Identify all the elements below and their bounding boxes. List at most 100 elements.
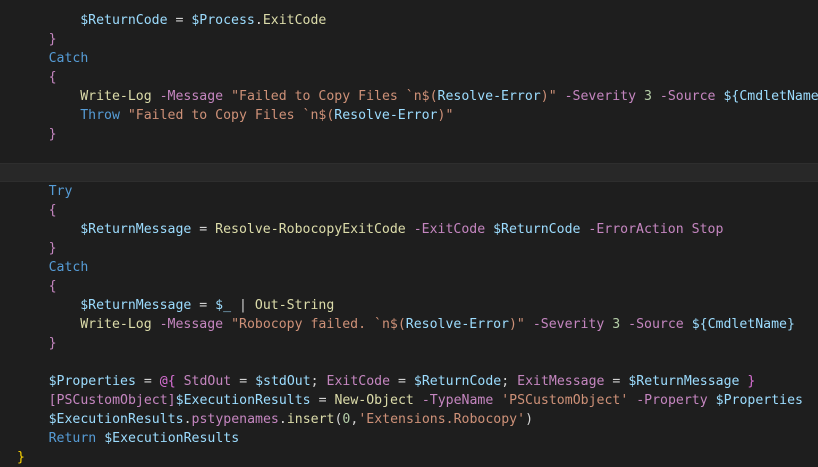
code-line-content: {: [49, 201, 57, 220]
code-token-operator: =: [191, 298, 216, 313]
code-token-parameter: -TypeName: [421, 393, 494, 408]
code-token-variable: $ReturnMessage: [80, 298, 192, 313]
code-token-variable: ${CmdletName}: [691, 317, 795, 332]
code-line[interactable]: $Properties = @{ StdOut = $stdOut; ExitC…: [0, 372, 818, 391]
code-token-number: 3: [644, 89, 652, 104]
code-token-operator: =: [604, 374, 629, 389]
code-line[interactable]: }: [0, 448, 818, 467]
code-token-default: [684, 222, 692, 237]
code-line[interactable]: Try: [0, 182, 818, 201]
code-token-variable: $stdOut: [255, 374, 311, 389]
code-token-variable: $ExecutionResults: [104, 431, 240, 446]
code-token-command: Out-String: [254, 298, 335, 313]
code-token-brace1: }: [48, 336, 57, 351]
code-token-operator: .: [278, 412, 287, 427]
code-line[interactable]: }: [0, 239, 818, 258]
code-line[interactable]: }: [0, 334, 818, 353]
code-line[interactable]: [0, 353, 818, 372]
code-line[interactable]: [0, 144, 818, 163]
code-token-brace1: {: [48, 203, 57, 218]
code-token-brace2: }: [747, 374, 756, 389]
code-token-variable: $ExecutionResults: [175, 393, 311, 408]
code-token-variable: $ReturnCode: [413, 374, 502, 389]
code-token-default: [406, 222, 414, 237]
code-token-brace1: {: [48, 70, 57, 85]
code-token-variable: $ReturnCode: [493, 222, 581, 237]
code-token-operator: =: [135, 374, 160, 389]
code-line-content: $ReturnMessage = Resolve-RobocopyExitCod…: [80, 220, 723, 239]
code-line[interactable]: $ExecutionResults.pstypenames.insert(0,'…: [0, 410, 818, 429]
code-token-parameter: -Source: [628, 317, 684, 332]
code-line[interactable]: Write-Log -Message "Failed to Copy Files…: [0, 87, 818, 106]
code-token-default: [652, 89, 660, 104]
code-token-keyword: Throw: [80, 108, 120, 123]
code-token-parameter: ExitMessage: [517, 374, 605, 389]
code-line[interactable]: {: [0, 277, 818, 296]
code-line-content: Write-Log -Message "Failed to Copy Files…: [80, 87, 818, 106]
code-token-string: )": [540, 89, 557, 104]
code-token-command: Resolve-RobocopyExitCode: [215, 222, 406, 237]
code-line[interactable]: }: [0, 30, 818, 49]
code-token-brace1: }: [48, 127, 57, 142]
code-token-variable: $_: [215, 298, 232, 313]
code-token-parameter: -Severity: [564, 89, 637, 104]
code-line-content: $Properties = @{ StdOut = $stdOut; ExitC…: [49, 372, 756, 391]
code-token-parameter: -Severity: [532, 317, 605, 332]
code-token-keyword: Return: [48, 431, 97, 446]
code-token-default: [620, 317, 628, 332]
code-line[interactable]: [0, 163, 818, 182]
code-token-string: 'Extensions.Robocopy': [358, 412, 526, 427]
code-line-content: Throw "Failed to Copy Files `n$(Resolve-…: [80, 106, 453, 125]
code-line-content: Catch: [49, 49, 89, 68]
code-token-string: 'PSCustomObject': [501, 393, 629, 408]
code-token-string: "Robocopy failed. `n$(: [231, 317, 406, 332]
code-editor[interactable]: $ReturnCode = $Process.ExitCode} Catch{Wr…: [0, 0, 818, 465]
code-token-default: [557, 89, 565, 104]
code-token-parameter: -Source: [659, 89, 716, 104]
code-line[interactable]: }: [0, 125, 818, 144]
code-token-default: [684, 317, 692, 332]
code-token-command: New-Object: [334, 393, 414, 408]
code-token-variable: ${CmdletName}: [723, 89, 818, 104]
code-line-content: {: [49, 277, 57, 296]
code-line-content: }: [49, 334, 57, 353]
code-token-string: "Failed to Copy Files `n$(: [127, 108, 335, 123]
code-token-pipe: |: [231, 298, 255, 313]
code-line[interactable]: Catch: [0, 258, 818, 277]
code-line[interactable]: Catch: [0, 49, 818, 68]
code-line[interactable]: Write-Log -Message "Robocopy failed. `n$…: [0, 315, 818, 334]
code-token-default: [152, 317, 160, 332]
code-token-keyword: Catch: [48, 51, 89, 66]
code-token-operator: ;: [501, 374, 518, 389]
code-token-default: [414, 393, 422, 408]
code-line[interactable]: Throw "Failed to Copy Files `n$(Resolve-…: [0, 106, 818, 125]
code-token-variable: $ReturnMessage: [80, 222, 192, 237]
code-line[interactable]: {: [0, 201, 818, 220]
code-token-number: 3: [612, 317, 621, 332]
code-line[interactable]: Return $ExecutionResults: [0, 429, 818, 448]
code-token-operator: =: [191, 222, 216, 237]
code-token-operator: =: [310, 393, 335, 408]
code-token-variable: $Properties: [715, 393, 803, 408]
code-token-brace2: @{: [159, 374, 176, 389]
code-token-string: )": [508, 317, 525, 332]
code-token-variable: $ExecutionResults: [48, 412, 184, 427]
code-token-parameter: -Property: [636, 393, 708, 408]
code-token-operator: .: [254, 13, 263, 28]
code-line[interactable]: $ReturnMessage = $_ | Out-String: [0, 296, 818, 315]
code-line-content: [PSCustomObject]$ExecutionResults = New-…: [49, 391, 803, 410]
code-line[interactable]: [PSCustomObject]$ExecutionResults = New-…: [0, 391, 818, 410]
code-line[interactable]: $ReturnCode = $Process.ExitCode: [0, 11, 818, 30]
code-token-keyword: Try: [48, 184, 73, 199]
code-token-string: )": [437, 108, 454, 123]
code-line[interactable]: $ReturnMessage = Resolve-RobocopyExitCod…: [0, 220, 818, 239]
code-token-variable: $Process: [191, 13, 255, 28]
code-token-operator: .: [183, 412, 192, 427]
code-token-parameter: pstypenames: [191, 412, 279, 427]
code-token-parameter: -Message: [159, 317, 224, 332]
code-token-command: insert: [286, 412, 335, 427]
code-token-default: [223, 89, 231, 104]
code-token-brace1: }: [48, 32, 57, 47]
code-token-default: [96, 431, 104, 446]
code-line[interactable]: {: [0, 68, 818, 87]
